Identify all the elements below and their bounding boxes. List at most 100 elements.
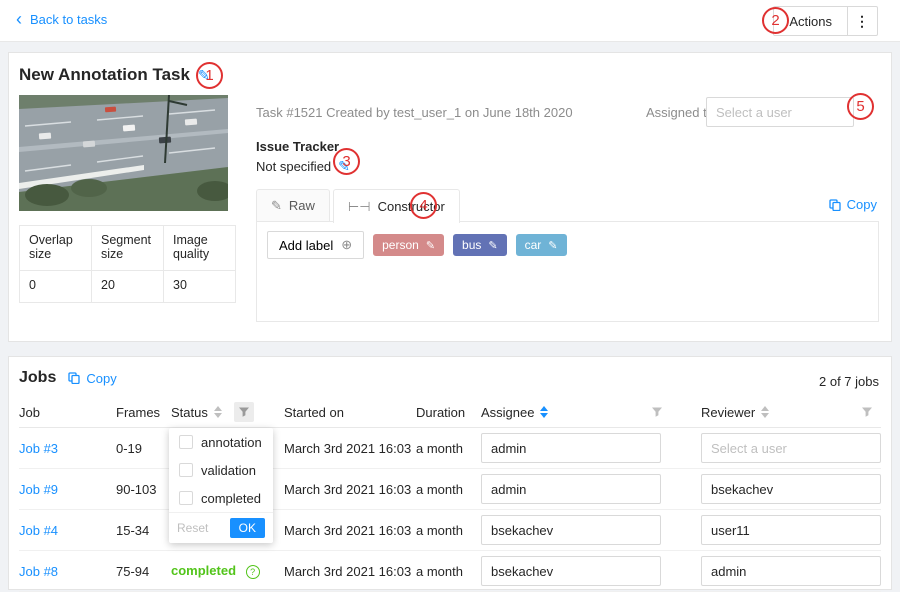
reviewer-sort-control[interactable]: [761, 406, 769, 418]
job-reviewer-input[interactable]: [701, 556, 881, 586]
job-reviewer-input[interactable]: [701, 515, 881, 545]
label-tag-text: bus: [462, 238, 481, 252]
filter-option-annotation[interactable]: annotation: [169, 428, 273, 456]
traffic-scene-illustration: [19, 95, 228, 211]
task-assignee-input[interactable]: [706, 97, 854, 127]
started-cell: March 3rd 2021 16:03: [284, 564, 416, 579]
callout-4: 4: [410, 192, 437, 219]
reviewer-filter-icon[interactable]: [857, 402, 877, 422]
param-header: Overlap size: [20, 226, 92, 271]
plus-circle-icon: ⊕: [341, 237, 352, 253]
status-filter-icon[interactable]: [234, 402, 254, 422]
callout-3: 3: [333, 148, 360, 175]
copy-jobs-link[interactable]: Copy: [68, 371, 116, 386]
job-reviewer-input[interactable]: [701, 433, 881, 463]
filter-option-validation[interactable]: validation: [169, 456, 273, 484]
param-value: 20: [92, 271, 164, 303]
started-cell: March 3rd 2021 16:03: [284, 523, 416, 538]
chevron-left-icon: ‹: [16, 12, 22, 26]
job-link[interactable]: Job #9: [19, 482, 58, 497]
duration-cell: a month: [416, 482, 481, 497]
label-tag-car[interactable]: car ✎: [516, 234, 567, 256]
duration-cell: a month: [416, 441, 481, 456]
task-title: New Annotation Task: [19, 65, 190, 85]
col-reviewer: Reviewer: [701, 402, 881, 422]
col-frames: Frames: [116, 405, 171, 420]
task-details-card: New Annotation Task ✎: [8, 52, 892, 342]
labels-row: Add label ⊕ person ✎ bus ✎ car ✎: [257, 222, 878, 268]
copy-icon: [829, 199, 841, 211]
col-reviewer-label: Reviewer: [701, 405, 755, 420]
checkbox[interactable]: [179, 463, 193, 477]
job-link[interactable]: Job #8: [19, 564, 58, 579]
copy-jobs-label: Copy: [86, 371, 116, 386]
assignee-sort-control[interactable]: [540, 406, 548, 418]
edit-label-icon[interactable]: ✎: [548, 239, 557, 252]
job-link[interactable]: Job #3: [19, 441, 58, 456]
label-tag-text: person: [382, 238, 419, 252]
actions-button-group: Actions ⋮: [773, 6, 878, 36]
job-link[interactable]: Job #4: [19, 523, 58, 538]
job-assignee-input[interactable]: [481, 556, 661, 586]
copy-labels-link[interactable]: Copy: [829, 197, 877, 212]
job-assignee-input[interactable]: [481, 515, 661, 545]
task-title-row: New Annotation Task ✎: [19, 65, 210, 85]
task-parameters-table: Overlap size Segment size Image quality …: [19, 225, 236, 303]
duration-cell: a month: [416, 523, 481, 538]
col-assignee: Assignee: [481, 402, 701, 422]
filter-ok-button[interactable]: OK: [230, 518, 265, 538]
job-reviewer-input[interactable]: [701, 474, 881, 504]
col-duration: Duration: [416, 405, 481, 420]
kebab-menu-icon: ⋮: [855, 13, 870, 30]
edit-label-icon[interactable]: ✎: [488, 239, 497, 252]
started-cell: March 3rd 2021 16:03: [284, 482, 416, 497]
callout-2: 2: [762, 7, 789, 34]
tab-constructor[interactable]: ⊢⊣ Constructor: [333, 189, 460, 223]
add-label-text: Add label: [279, 238, 333, 253]
tab-raw-label: Raw: [289, 198, 315, 213]
task-meta-text: Task #1521 Created by test_user_1 on Jun…: [256, 105, 573, 120]
back-to-tasks-link[interactable]: ‹ Back to tasks: [16, 12, 107, 27]
label-tag-bus[interactable]: bus ✎: [453, 234, 507, 256]
labels-tab-bar: ✎ Raw ⊢⊣ Constructor Copy: [256, 189, 879, 222]
jobs-table-header: Job Frames Status Started on Duration As…: [19, 397, 881, 428]
frames-cell: 75-94: [116, 564, 171, 579]
jobs-title: Jobs: [19, 369, 56, 387]
more-menu-button[interactable]: ⋮: [848, 6, 878, 36]
job-row: Job #4 15-34 March 3rd 2021 16:03 a mont…: [19, 510, 881, 551]
tab-raw[interactable]: ✎ Raw: [256, 189, 330, 222]
edit-label-icon[interactable]: ✎: [426, 239, 435, 252]
started-cell: March 3rd 2021 16:03: [284, 441, 416, 456]
frames-cell: 90-103: [116, 482, 171, 497]
copy-icon: [68, 372, 80, 384]
issue-tracker-value: Not specified: [256, 159, 331, 174]
callout-1: 1: [196, 62, 223, 89]
job-assignee-input[interactable]: [481, 474, 661, 504]
status-cell: completed ?: [171, 563, 284, 579]
checkbox[interactable]: [179, 491, 193, 505]
add-label-button[interactable]: Add label ⊕: [267, 231, 364, 259]
col-started: Started on: [284, 405, 416, 420]
job-row: Job #3 0-19 March 3rd 2021 16:03 a month: [19, 428, 881, 469]
status-sort-control[interactable]: [214, 406, 222, 418]
pencil-icon: ✎: [271, 198, 282, 214]
assignee-filter-icon[interactable]: [647, 402, 667, 422]
param-value: 0: [20, 271, 92, 303]
copy-labels-label: Copy: [847, 197, 877, 212]
filter-reset-link[interactable]: Reset: [177, 521, 208, 535]
checkbox[interactable]: [179, 435, 193, 449]
question-circle-icon[interactable]: ?: [246, 565, 260, 579]
back-to-tasks-label: Back to tasks: [30, 12, 107, 27]
status-completed-text: completed: [171, 563, 236, 578]
filter-option-label: completed: [201, 491, 261, 506]
param-value: 30: [164, 271, 236, 303]
frames-cell: 15-34: [116, 523, 171, 538]
label-tag-person[interactable]: person ✎: [373, 234, 444, 256]
jobs-card: Jobs Copy 2 of 7 jobs Job Frames Status …: [8, 356, 892, 590]
issue-tracker-label: Issue Tracker: [256, 139, 339, 154]
status-filter-dropdown: annotation validation completed Reset OK: [169, 428, 273, 543]
filter-option-completed[interactable]: completed: [169, 484, 273, 512]
col-job: Job: [19, 405, 116, 420]
job-assignee-input[interactable]: [481, 433, 661, 463]
actions-label: Actions: [789, 14, 832, 29]
